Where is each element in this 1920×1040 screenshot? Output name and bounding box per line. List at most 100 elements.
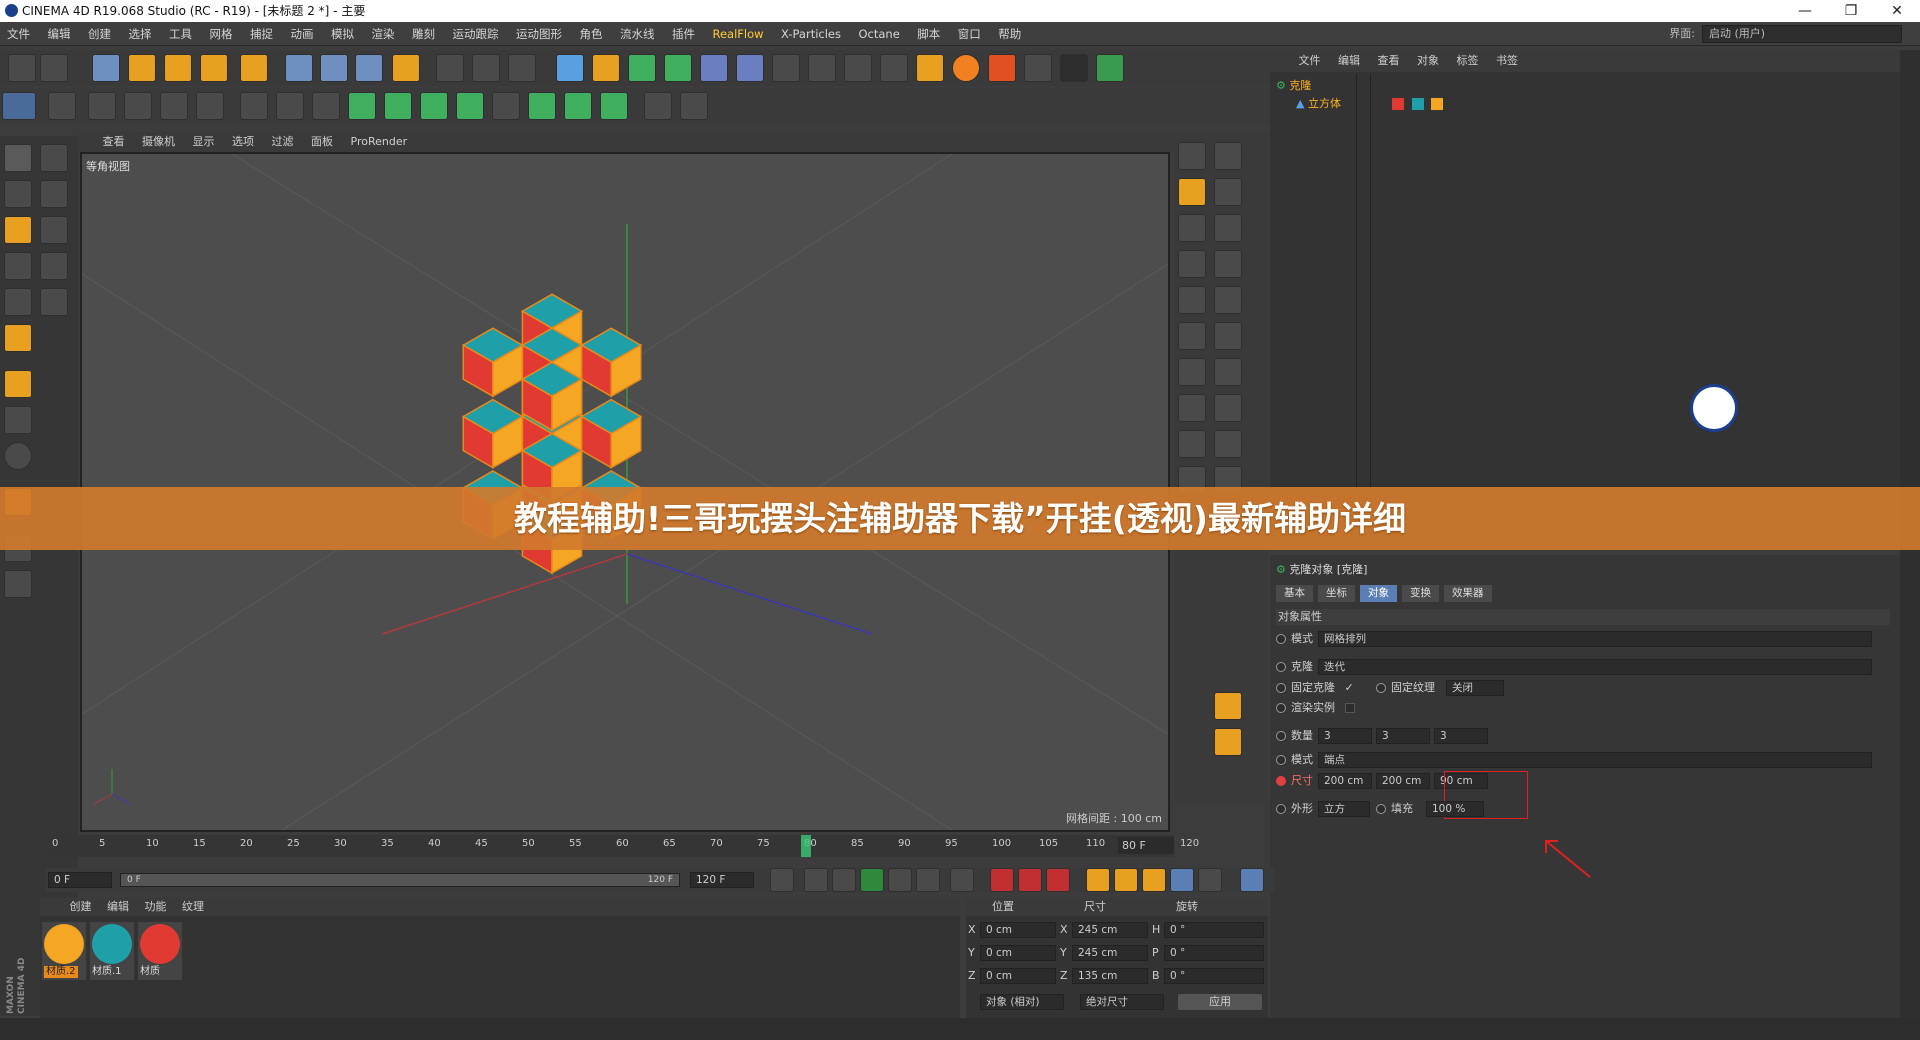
- animate-radio[interactable]: [1276, 703, 1286, 713]
- nurbs-icon[interactable]: [1178, 286, 1206, 314]
- extrude-icon[interactable]: [564, 92, 592, 120]
- circle-points-icon[interactable]: [276, 92, 304, 120]
- rotation-field[interactable]: 0 °: [1164, 945, 1264, 961]
- redo-icon[interactable]: [40, 54, 68, 82]
- knife-icon[interactable]: [124, 92, 152, 120]
- text-icon[interactable]: [528, 92, 556, 120]
- viewport-menu-display[interactable]: 显示: [186, 132, 222, 152]
- start-frame-field[interactable]: 0 F: [48, 872, 112, 888]
- cube-primitive-icon[interactable]: [1178, 142, 1206, 170]
- grid-snap-icon[interactable]: [4, 570, 32, 598]
- key-position-icon[interactable]: [1086, 868, 1110, 892]
- size-mode-dropdown[interactable]: 绝对尺寸: [1080, 994, 1164, 1010]
- taper-icon[interactable]: [1214, 358, 1242, 386]
- tweak-icon[interactable]: [4, 406, 32, 434]
- shear-icon[interactable]: [1214, 430, 1242, 458]
- fill-field[interactable]: 100 %: [1426, 801, 1484, 817]
- tab-coord[interactable]: 坐标: [1318, 585, 1355, 602]
- animate-radio[interactable]: [1276, 804, 1286, 814]
- spline-icon[interactable]: [1178, 250, 1206, 278]
- render-settings-icon[interactable]: [508, 54, 536, 82]
- menu-script[interactable]: 脚本: [910, 22, 947, 46]
- fracture-icon[interactable]: [420, 92, 448, 120]
- select-tool-icon[interactable]: [92, 54, 120, 82]
- shape-dropdown[interactable]: 立方: [1318, 801, 1370, 817]
- axis-settings-icon[interactable]: [1214, 692, 1242, 720]
- live-select-icon[interactable]: [40, 180, 68, 208]
- lasso-select-icon[interactable]: [40, 252, 68, 280]
- mograph-gear-icon[interactable]: [348, 92, 376, 120]
- close-button[interactable]: ✕: [1874, 0, 1920, 22]
- key-pla-icon[interactable]: [1198, 868, 1222, 892]
- viewport-menu-filter[interactable]: 过滤: [265, 132, 301, 152]
- light-icon[interactable]: [808, 54, 836, 82]
- apply-button[interactable]: 应用: [1178, 994, 1262, 1010]
- scale-tool-icon[interactable]: [164, 54, 192, 82]
- menu-realflow[interactable]: RealFlow: [706, 22, 771, 46]
- tab-transform[interactable]: 变换: [1402, 585, 1439, 602]
- menu-motion-tracker[interactable]: 运动跟踪: [446, 22, 506, 46]
- menu-edit[interactable]: 编辑: [41, 22, 78, 46]
- s-plugin-icon[interactable]: [952, 54, 980, 82]
- floor-icon[interactable]: [736, 54, 764, 82]
- mat-menu-texture[interactable]: 纹理: [176, 898, 210, 916]
- move-tool-icon[interactable]: [128, 54, 156, 82]
- size-y-field[interactable]: 200 cm: [1376, 773, 1430, 789]
- fix-texture-dropdown[interactable]: 关闭: [1446, 680, 1504, 696]
- recent-tool-icon[interactable]: [240, 54, 268, 82]
- viewport-menu-camera[interactable]: 摄像机: [135, 132, 182, 152]
- material-swatch[interactable]: 材质: [138, 922, 182, 980]
- layout-dropdown[interactable]: 启动 (用户): [1702, 25, 1902, 43]
- position-field[interactable]: 0 cm: [980, 945, 1056, 961]
- material-swatch[interactable]: 材质.2: [42, 922, 86, 980]
- current-frame-box[interactable]: 80 F: [1118, 837, 1174, 854]
- menu-render[interactable]: 渲染: [365, 22, 402, 46]
- size-field[interactable]: 135 cm: [1072, 968, 1148, 984]
- om-menu-edit[interactable]: 编辑: [1331, 50, 1367, 72]
- object-row-cube[interactable]: ▲ 立方体: [1296, 96, 1341, 112]
- settings-gear-icon[interactable]: [1214, 728, 1242, 756]
- rotation-field[interactable]: 0 °: [1164, 968, 1264, 984]
- boole-icon[interactable]: [1178, 358, 1206, 386]
- workplane-icon[interactable]: [4, 216, 32, 244]
- tab-basic[interactable]: 基本: [1276, 585, 1313, 602]
- clone-dropdown[interactable]: 迭代: [1318, 659, 1872, 675]
- render-view-icon[interactable]: [436, 54, 464, 82]
- polygons-mode-icon[interactable]: [4, 324, 32, 352]
- menu-character[interactable]: 角色: [573, 22, 610, 46]
- key-scale-icon[interactable]: [1114, 868, 1138, 892]
- position-field[interactable]: 0 cm: [980, 922, 1056, 938]
- box-icon[interactable]: [1214, 214, 1242, 242]
- count-y-field[interactable]: 3: [1376, 728, 1430, 744]
- animate-radio[interactable]: [1276, 683, 1286, 693]
- key-rotation-icon[interactable]: [1142, 868, 1166, 892]
- pen-icon[interactable]: [1178, 178, 1206, 206]
- grid-points-icon[interactable]: [312, 92, 340, 120]
- menu-select[interactable]: 选择: [122, 22, 159, 46]
- menu-sculpt[interactable]: 雕刻: [405, 22, 442, 46]
- menu-xparticles[interactable]: X-Particles: [774, 22, 848, 46]
- material-tag-icon[interactable]: [1431, 98, 1443, 110]
- next-frame-icon[interactable]: [888, 868, 912, 892]
- viewport-menu-panel[interactable]: 面板: [304, 132, 340, 152]
- menu-tools[interactable]: 工具: [162, 22, 199, 46]
- help-icon[interactable]: [40, 144, 68, 172]
- voronoi-icon[interactable]: [456, 92, 484, 120]
- next-key-icon[interactable]: [916, 868, 940, 892]
- loop-select-icon[interactable]: [160, 92, 188, 120]
- fix-clone-checkbox[interactable]: ✓: [1345, 681, 1354, 694]
- points-icon[interactable]: [240, 92, 268, 120]
- coordinate-system-icon[interactable]: [392, 54, 420, 82]
- mat-menu-edit[interactable]: 编辑: [101, 898, 135, 916]
- record-icon[interactable]: [990, 868, 1014, 892]
- size-field[interactable]: 245 cm: [1072, 922, 1148, 938]
- key-param-icon[interactable]: [1170, 868, 1194, 892]
- texture-icon[interactable]: [4, 180, 32, 208]
- viewport-menu-view[interactable]: 查看: [96, 132, 132, 152]
- animate-radio[interactable]: [1376, 683, 1386, 693]
- xparticles-icon[interactable]: [916, 54, 944, 82]
- edges-mode-icon[interactable]: [4, 288, 32, 316]
- spline-pen-icon[interactable]: [592, 54, 620, 82]
- timeline-ruler[interactable]: 0510152025303540455055606570758085909510…: [46, 835, 1199, 857]
- position-field[interactable]: 0 cm: [980, 968, 1056, 984]
